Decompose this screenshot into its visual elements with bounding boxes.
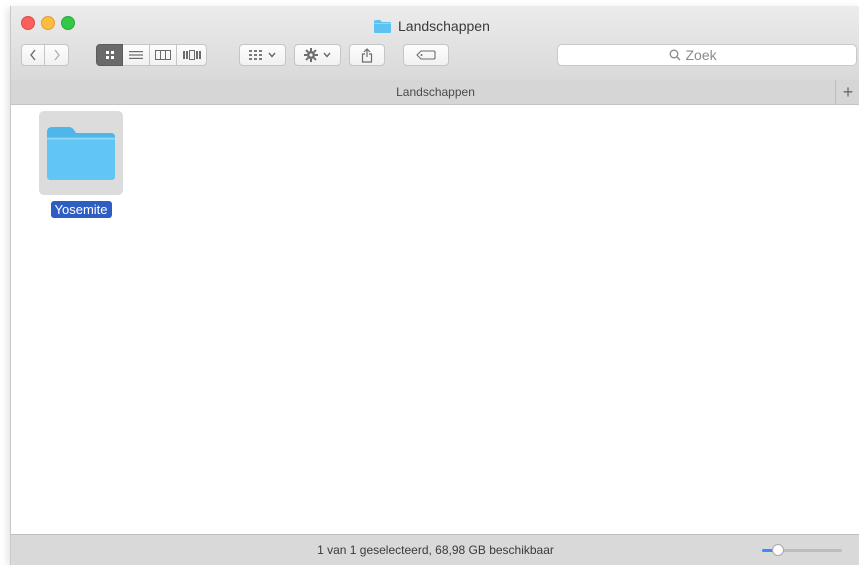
share-icon — [361, 47, 373, 63]
search-icon — [669, 49, 680, 61]
list-view-button[interactable] — [123, 44, 150, 66]
search-field[interactable] — [557, 44, 857, 66]
titlebar: Landschappen — [11, 6, 859, 81]
chevron-left-icon — [30, 49, 36, 61]
tag-icon — [416, 50, 436, 60]
folder-icon — [373, 19, 392, 33]
share-button[interactable] — [349, 44, 385, 66]
close-button[interactable] — [21, 16, 35, 30]
file-name-label[interactable]: Yosemite — [50, 201, 112, 218]
file-icon-selection-box — [39, 111, 123, 195]
window-title-group: Landschappen — [373, 17, 490, 35]
columns-icon — [155, 50, 171, 60]
chevron-down-icon — [268, 52, 276, 58]
view-mode-control — [96, 44, 207, 66]
forward-button[interactable] — [45, 44, 69, 66]
icon-view-button[interactable] — [96, 44, 123, 66]
tab-bar: Landschappen + — [11, 80, 859, 105]
folder-icon — [47, 127, 115, 180]
window-title: Landschappen — [398, 18, 490, 34]
zoom-button[interactable] — [61, 16, 75, 30]
cover-flow-icon — [182, 50, 201, 60]
slider-thumb[interactable] — [772, 544, 784, 556]
arrange-button[interactable] — [239, 44, 286, 66]
minimize-button[interactable] — [41, 16, 55, 30]
search-input[interactable] — [685, 47, 746, 63]
column-view-button[interactable] — [150, 44, 177, 66]
cover-flow-view-button[interactable] — [177, 44, 207, 66]
list-icon — [129, 51, 143, 59]
nav-buttons — [21, 44, 69, 66]
file-browser-content[interactable]: Yosemite — [11, 105, 859, 535]
chevron-down-icon — [323, 52, 331, 58]
file-item-yosemite[interactable]: Yosemite — [39, 111, 123, 218]
gear-icon — [304, 48, 318, 62]
new-tab-button[interactable]: + — [835, 80, 859, 104]
arrange-grid-icon — [249, 50, 262, 60]
status-text: 1 van 1 geselecteerd, 68,98 GB beschikba… — [317, 543, 554, 557]
action-button[interactable] — [294, 44, 341, 66]
icon-size-slider[interactable] — [762, 544, 842, 556]
back-button[interactable] — [21, 44, 45, 66]
status-bar: 1 van 1 geselecteerd, 68,98 GB beschikba… — [11, 534, 859, 565]
tab-landschappen[interactable]: Landschappen — [396, 85, 475, 99]
chevron-right-icon — [53, 49, 60, 61]
finder-window: Landschappen Zoek Landschappen + Yosemit… — [10, 6, 859, 565]
icon-grid-icon — [105, 51, 114, 59]
tag-button[interactable] — [403, 44, 449, 66]
